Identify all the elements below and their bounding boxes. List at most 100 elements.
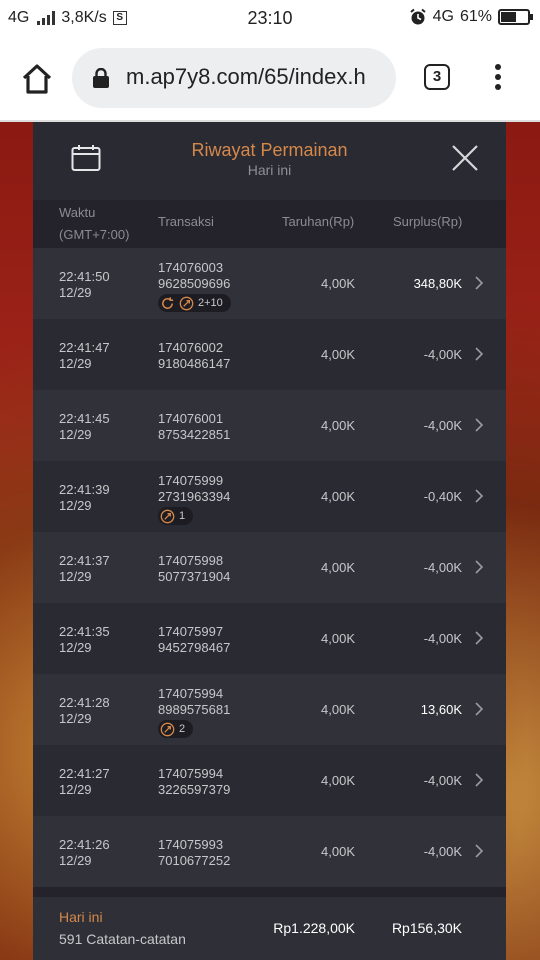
transaction-number: 8753422851 <box>158 427 231 442</box>
row-bet: 4,00K <box>321 844 355 859</box>
row-transaction: 174075994 8989575681 2 <box>158 686 230 738</box>
history-row[interactable]: 22:41:39 12/29 174075999 2731963394 1 4,00K -0… <box>33 461 506 532</box>
url-text[interactable]: m.ap7y8.com/65/index.h <box>126 64 388 90</box>
history-row[interactable]: 22:41:35 12/29 174075997 9452798467 4,00K -4,… <box>33 603 506 674</box>
battery-fill <box>501 12 517 22</box>
row-bet: 4,00K <box>321 418 355 433</box>
row-surplus: -4,00K <box>423 773 462 788</box>
row-date-value: 12/29 <box>59 640 92 655</box>
transaction-id: 174076002 <box>158 340 224 355</box>
history-row[interactable]: 22:41:47 12/29 174076002 9180486147 4,00K -4,… <box>33 319 506 390</box>
row-transaction: 174075993 7010677252 <box>158 837 230 869</box>
row-transaction: 174075994 3226597379 <box>158 766 230 798</box>
row-time: 22:41:47 12/29 <box>59 340 110 372</box>
badge-count: 1 <box>179 510 186 522</box>
row-bet: 4,00K <box>321 347 355 362</box>
row-bet: 4,00K <box>321 489 355 504</box>
history-row[interactable]: 22:41:37 12/29 174075998 5077371904 4,00K -4,… <box>33 532 506 603</box>
transaction-id: 174075993 <box>158 837 224 852</box>
row-date-value: 12/29 <box>59 782 92 797</box>
row-time-value: 22:41:27 <box>59 766 110 781</box>
close-icon[interactable] <box>451 144 479 172</box>
row-date-value: 12/29 <box>59 427 92 442</box>
row-surplus: -4,00K <box>423 560 462 575</box>
row-surplus: -4,00K <box>423 418 462 433</box>
transaction-id: 174075994 <box>158 686 224 701</box>
chevron-right-icon[interactable] <box>473 772 485 788</box>
free-spin-icon <box>179 296 194 311</box>
more-menu-icon[interactable] <box>492 64 504 94</box>
row-badges: 2+10 <box>158 294 231 312</box>
chevron-right-icon[interactable] <box>473 559 485 575</box>
history-row[interactable]: 22:41:28 12/29 174075994 8989575681 2 4,00K 13… <box>33 674 506 745</box>
tab-switcher-button[interactable]: 3 <box>424 64 450 90</box>
transaction-id: 174076001 <box>158 411 224 426</box>
free-spin-icon <box>160 509 175 524</box>
lock-icon <box>93 68 109 88</box>
row-transaction: 174075998 5077371904 <box>158 553 230 585</box>
row-date-value: 12/29 <box>59 356 92 371</box>
row-time-value: 22:41:45 <box>59 411 110 426</box>
chevron-right-icon[interactable] <box>473 630 485 646</box>
row-time-value: 22:41:35 <box>59 624 110 639</box>
feature-badge: 2+10 <box>158 294 231 312</box>
row-date-value: 12/29 <box>59 569 92 584</box>
row-time: 22:41:39 12/29 <box>59 482 110 514</box>
transaction-number: 8989575681 <box>158 702 231 717</box>
row-date-value: 12/29 <box>59 711 92 726</box>
chevron-right-icon[interactable] <box>473 346 485 362</box>
row-bet: 4,00K <box>321 702 355 717</box>
game-history-panel: Riwayat Permainan Hari ini Waktu (GMT+7:0… <box>33 122 506 960</box>
row-bet: 4,00K <box>321 276 355 291</box>
free-spin-icon <box>160 722 175 737</box>
address-bar[interactable]: m.ap7y8.com/65/index.h <box>72 48 396 108</box>
chevron-right-icon[interactable] <box>473 701 485 717</box>
row-transaction: 174076002 9180486147 <box>158 340 230 372</box>
row-time-value: 22:41:39 <box>59 482 110 497</box>
badge-count: 2 <box>179 723 186 735</box>
transaction-id: 174075998 <box>158 553 224 568</box>
chevron-right-icon[interactable] <box>473 488 485 504</box>
row-time-value: 22:41:28 <box>59 695 110 710</box>
row-surplus: -4,00K <box>423 347 462 362</box>
row-surplus: -0,40K <box>423 489 462 504</box>
history-row[interactable]: 22:41:27 12/29 174075994 3226597379 4,00K -4,… <box>33 745 506 816</box>
transaction-number: 9452798467 <box>158 640 231 655</box>
home-icon[interactable] <box>20 62 54 96</box>
row-date-value: 12/29 <box>59 498 92 513</box>
transaction-number: 7010677252 <box>158 853 231 868</box>
status-bar: 4G 3,8K/s S 23:10 4G 61% <box>0 0 540 36</box>
row-badges: 1 <box>158 507 230 525</box>
transaction-number: 2731963394 <box>158 489 231 504</box>
history-row[interactable]: 22:41:26 12/29 174075993 7010677252 4,00K -4,… <box>33 816 506 887</box>
history-list: 22:41:50 12/29 174076003 9628509696 2+10 4,00… <box>33 248 506 887</box>
row-time: 22:41:45 12/29 <box>59 411 110 443</box>
row-time: 22:41:26 12/29 <box>59 837 110 869</box>
row-surplus: 348,80K <box>413 276 462 291</box>
row-bet: 4,00K <box>321 631 355 646</box>
chevron-right-icon[interactable] <box>473 417 485 433</box>
summary-footer: Hari ini 591 Catatan-catatan Rp1.228,00K… <box>33 897 506 960</box>
header-transaction: Transaksi <box>158 214 214 229</box>
row-time: 22:41:37 12/29 <box>59 553 110 585</box>
feature-badge: 1 <box>158 507 194 525</box>
row-transaction: 174075999 2731963394 1 <box>158 473 230 525</box>
chevron-right-icon[interactable] <box>473 843 485 859</box>
row-time: 22:41:35 12/29 <box>59 624 110 656</box>
row-transaction: 174076003 9628509696 2+10 <box>158 260 231 312</box>
panel-subtitle: Hari ini <box>247 162 292 178</box>
history-row[interactable]: 22:41:50 12/29 174076003 9628509696 2+10 4,00… <box>33 248 506 319</box>
row-badges: 2 <box>158 720 230 738</box>
header-surplus: Surplus(Rp) <box>393 214 463 229</box>
refresh-icon <box>160 296 175 311</box>
panel-title: Riwayat Permainan <box>191 140 348 160</box>
column-headers: Waktu (GMT+7:00) Transaksi Taruhan(Rp) Su… <box>33 200 506 248</box>
row-transaction: 174076001 8753422851 <box>158 411 230 443</box>
history-row[interactable]: 22:41:45 12/29 174076001 8753422851 4,00K -4,… <box>33 390 506 461</box>
network-type-right: 4G <box>432 8 454 25</box>
transaction-id: 174076003 <box>158 260 224 275</box>
chevron-right-icon[interactable] <box>473 275 485 291</box>
transaction-number: 9180486147 <box>158 356 231 371</box>
transaction-id: 174075999 <box>158 473 224 488</box>
header-bet: Taruhan(Rp) <box>282 214 355 229</box>
